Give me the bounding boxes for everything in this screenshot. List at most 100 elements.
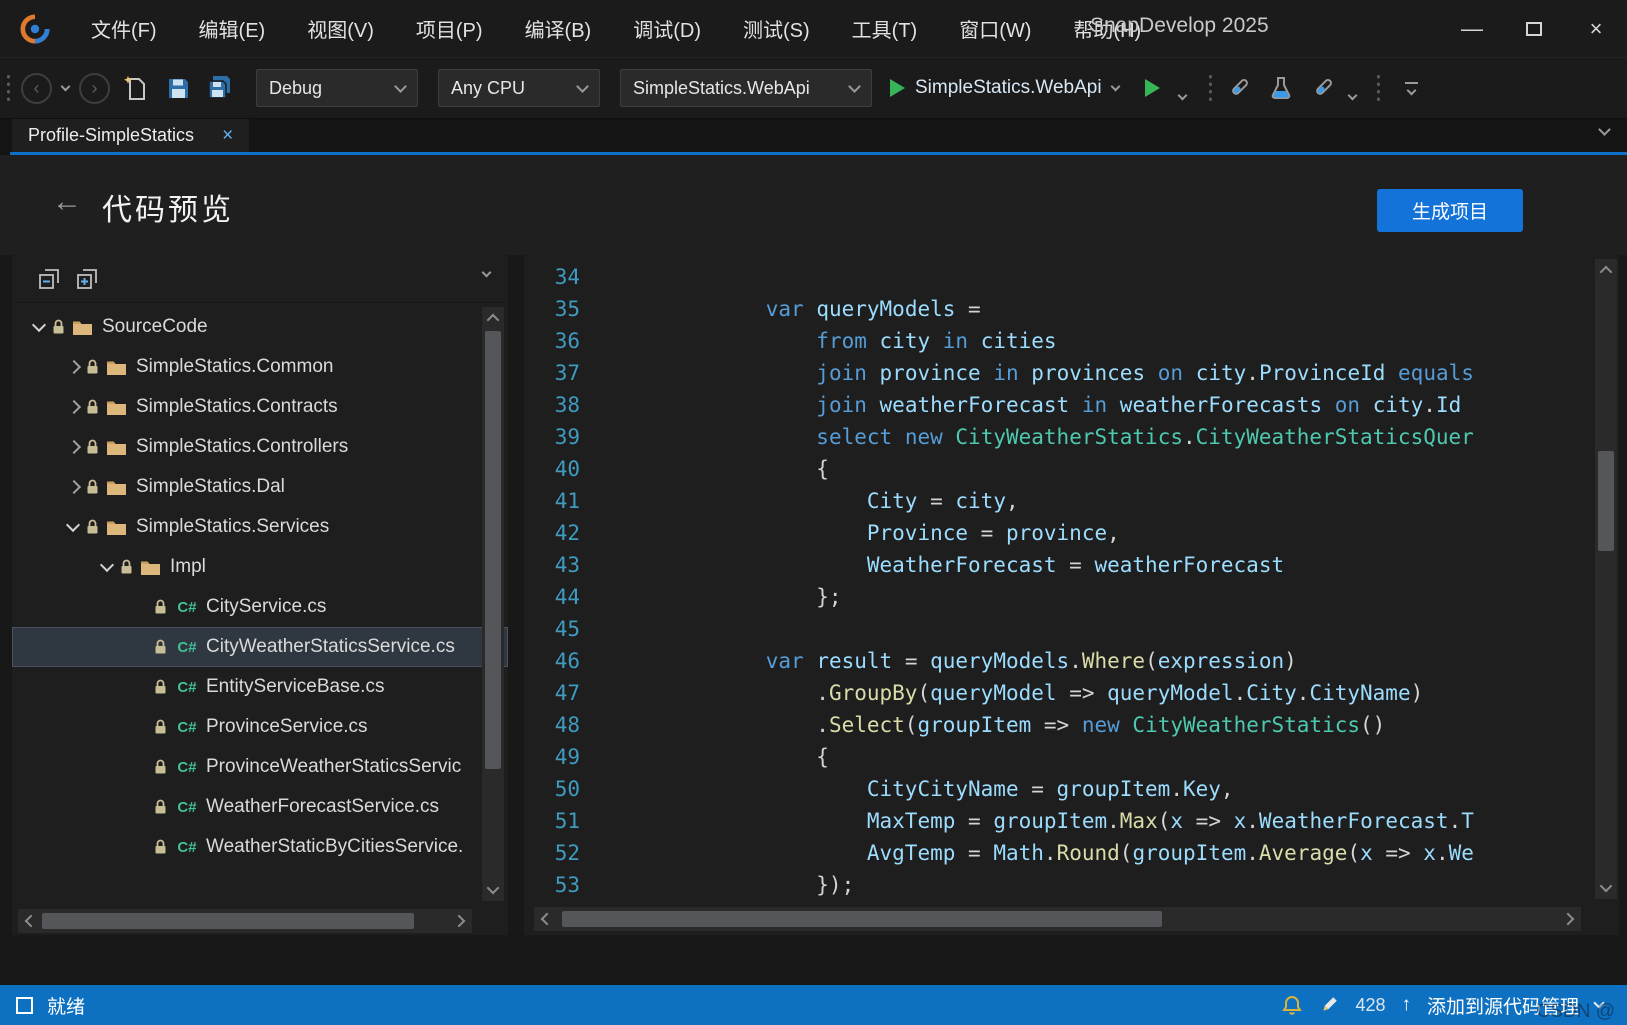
csharp-file-icon: C# [174,599,200,616]
new-file-button[interactable] [120,70,152,106]
toolbar-grip[interactable] [1208,73,1213,103]
chevron-down-icon[interactable] [1110,81,1120,91]
navigate-back-button[interactable]: ‹ [21,73,52,104]
tree-item[interactable]: SimpleStatics.Dal [12,467,508,507]
code-editor[interactable]: 3435363738394041424344454647484950515253… [524,255,1619,935]
run-options-chevron-icon[interactable] [1177,90,1187,100]
tree-item[interactable]: C#ProvinceWeatherStaticsServic [12,747,508,787]
tab-profile-simplestatics[interactable]: Profile-SimpleStatics × [12,119,249,152]
configuration-select[interactable]: Debug [256,69,418,107]
tree-item[interactable]: C#ProvinceService.cs [12,707,508,747]
indent-spacer [128,674,154,700]
minimize-button[interactable]: — [1441,0,1503,57]
chevron-down-icon [1406,86,1416,96]
back-arrow-icon[interactable]: ← [52,185,82,219]
tree-item[interactable]: SourceCode [12,307,508,347]
chevron-down-icon[interactable] [60,514,86,540]
menu-item[interactable]: 窗口(W) [938,7,1052,50]
toolbar-grip[interactable] [6,73,11,103]
tree-item[interactable]: Impl [12,547,508,587]
edit-icon[interactable] [1319,995,1339,1015]
save-all-button[interactable] [204,70,236,106]
editor-gutter: 3435363738394041424344454647484950515253 [524,261,598,901]
tree-item[interactable]: SimpleStatics.Services [12,507,508,547]
start-without-debugging-button[interactable] [1137,70,1169,106]
menu-item[interactable]: 文件(F) [70,7,178,50]
chevron-right-icon[interactable] [60,394,86,420]
scroll-left-icon[interactable] [534,908,556,930]
tree-scrollbar-horizontal[interactable] [18,909,472,933]
wand-icon [1310,75,1336,101]
expand-all-icon[interactable] [76,268,98,290]
toolbar-grip[interactable] [1376,73,1381,103]
scrollbar-thumb[interactable] [485,331,501,769]
tree-item[interactable]: C#CityWeatherStaticsService.cs [12,627,508,667]
scrollbar-thumb[interactable] [42,913,414,929]
code-line: { [614,741,1587,773]
tool-options-chevron-icon[interactable] [1347,90,1357,100]
editor-scrollbar-horizontal[interactable] [534,907,1581,931]
line-number: 42 [524,517,580,549]
history-chevron-icon[interactable] [61,81,71,91]
run-button[interactable]: SimpleStatics.WebApi [882,77,1127,99]
menu-item[interactable]: 工具(T) [831,7,939,50]
save-button[interactable] [162,70,194,106]
scroll-left-icon[interactable] [18,910,40,932]
scroll-down-icon[interactable] [1595,877,1617,899]
tree-item[interactable]: C#WeatherForecastService.cs [12,787,508,827]
scroll-right-icon[interactable] [450,910,472,932]
line-number: 44 [524,581,580,613]
tree-options-chevron-icon[interactable] [482,268,492,278]
indent-spacer [128,794,154,820]
menu-item[interactable]: 视图(V) [286,7,395,50]
snapdevelop-logo-icon [20,14,50,44]
maximize-button[interactable] [1503,0,1565,57]
scrollbar-thumb[interactable] [562,911,1162,927]
tree-item[interactable]: C#WeatherStaticByCitiesService. [12,827,508,867]
chevron-right-icon[interactable] [60,434,86,460]
lock-icon [86,519,99,535]
menu-item[interactable]: 项目(P) [395,7,504,50]
indent-spacer [128,754,154,780]
add-to-source-control-button[interactable]: 添加到源代码管理 [1427,992,1579,1019]
tool-icon-3[interactable] [1307,70,1339,106]
chevron-down-icon[interactable] [1593,997,1604,1008]
scroll-down-icon[interactable] [482,879,504,901]
background-tasks-icon[interactable] [16,997,33,1014]
scrollbar-thumb[interactable] [1598,451,1614,551]
notifications-icon[interactable] [1281,994,1303,1016]
tree-item[interactable]: SimpleStatics.Common [12,347,508,387]
chevron-down-icon[interactable] [26,314,52,340]
lock-icon [154,799,167,815]
menu-item[interactable]: 编辑(E) [178,7,287,50]
editor-scrollbar-vertical[interactable] [1595,259,1617,899]
navigate-forward-button[interactable]: › [79,73,110,104]
generate-project-button[interactable]: 生成项目 [1377,189,1523,232]
tree-item[interactable]: C#EntityServiceBase.cs [12,667,508,707]
tool-icon-2[interactable] [1265,70,1297,106]
document-list-chevron-icon[interactable] [1598,123,1611,136]
code-area[interactable]: var queryModels = from city in cities jo… [598,261,1587,901]
indent-spacer [128,834,154,860]
scroll-right-icon[interactable] [1559,908,1581,930]
maximize-icon [1526,22,1542,36]
scroll-up-icon[interactable] [482,307,504,329]
platform-select[interactable]: Any CPU [438,69,600,107]
toolbar-overflow-button[interactable] [1405,82,1418,94]
tool-icon-1[interactable] [1223,70,1255,106]
tree-scrollbar-vertical[interactable] [482,307,504,901]
tab-close-icon[interactable]: × [222,125,233,147]
menu-item[interactable]: 测试(S) [722,7,831,50]
collapse-all-icon[interactable] [38,268,60,290]
menu-item[interactable]: 编译(B) [504,7,613,50]
chevron-right-icon[interactable] [60,474,86,500]
scroll-up-icon[interactable] [1595,259,1617,281]
menu-item[interactable]: 调试(D) [612,7,722,50]
chevron-right-icon[interactable] [60,354,86,380]
tree-item[interactable]: C#CityService.cs [12,587,508,627]
startup-project-select[interactable]: SimpleStatics.WebApi [620,69,872,107]
close-button[interactable]: × [1565,0,1627,57]
tree-item[interactable]: SimpleStatics.Controllers [12,427,508,467]
tree-item[interactable]: SimpleStatics.Contracts [12,387,508,427]
chevron-down-icon[interactable] [94,554,120,580]
